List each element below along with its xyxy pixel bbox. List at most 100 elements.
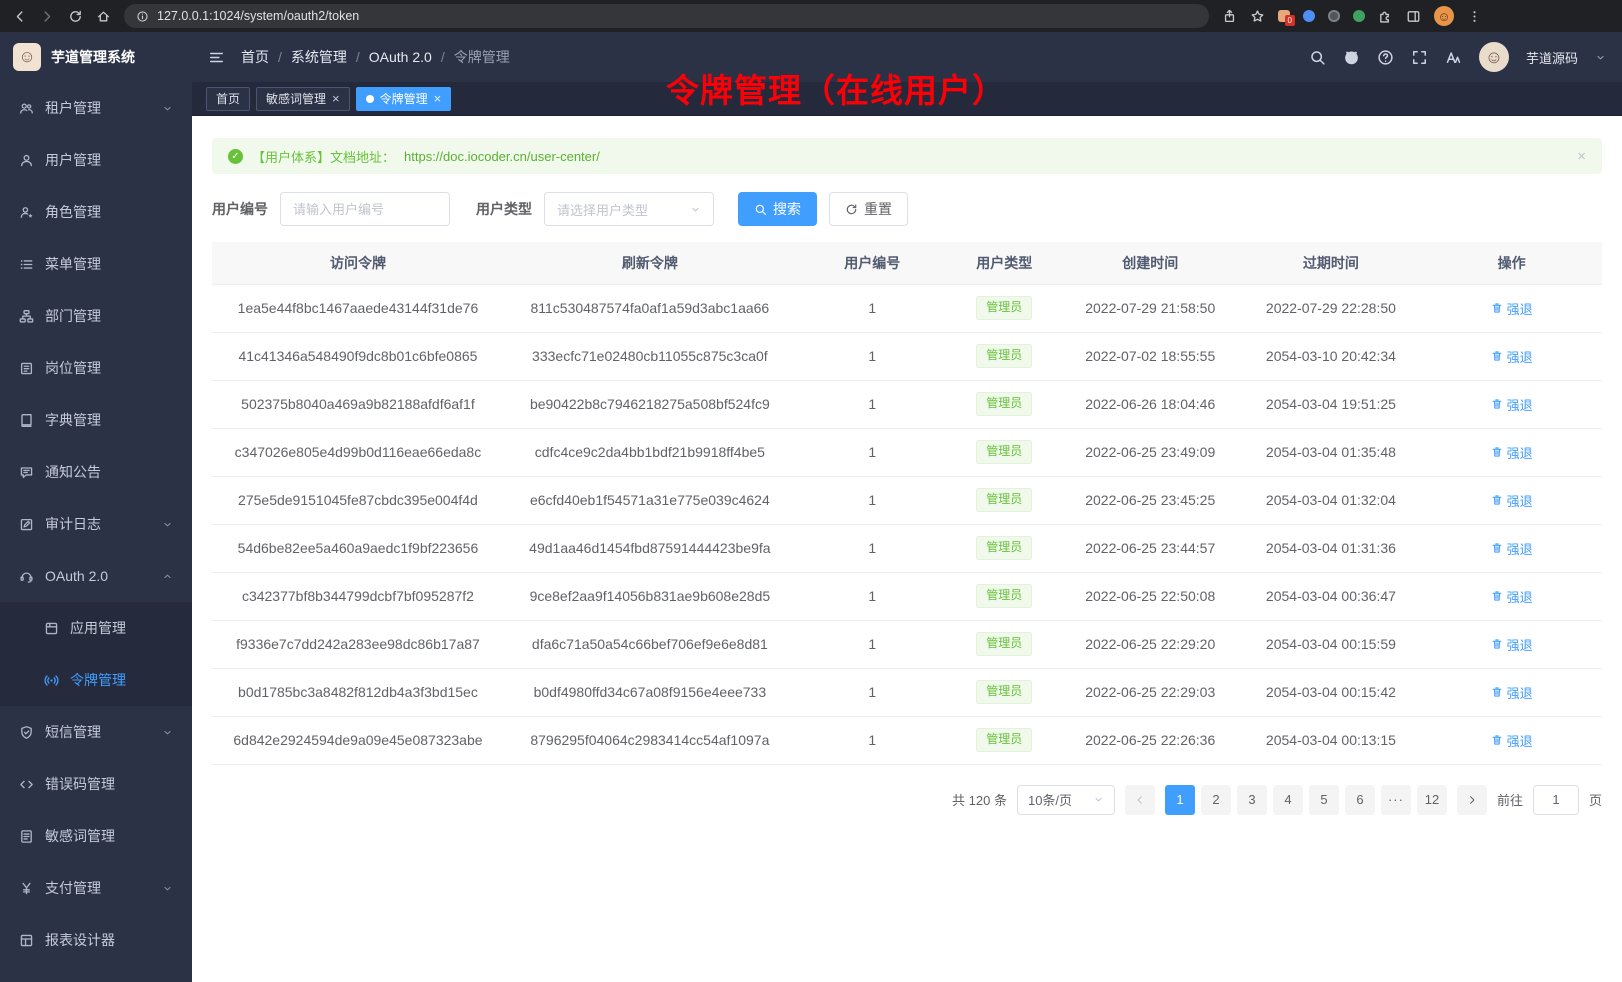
extension-icon[interactable] <box>1303 10 1315 22</box>
sidebar-item-role[interactable]: 角色管理 <box>0 186 192 238</box>
action-cell: 强退 <box>1421 332 1602 380</box>
tab-token[interactable]: 令牌管理× <box>356 87 452 111</box>
side-panel-icon[interactable] <box>1406 9 1421 24</box>
extension-icon[interactable] <box>1353 10 1365 22</box>
sidebar-item-oauth2[interactable]: OAuth 2.0 <box>0 550 192 602</box>
reset-button[interactable]: 重置 <box>829 192 908 226</box>
address-bar[interactable]: 127.0.0.1:1024/system/oauth2/token <box>124 4 1209 28</box>
close-tab-icon[interactable]: × <box>434 92 442 105</box>
sidebar-item-report-designer[interactable]: 报表设计器 <box>0 914 192 966</box>
delete <box>1491 302 1503 314</box>
extension-icon[interactable] <box>1328 10 1340 22</box>
user-type-placeholder: 请选择用户类型 <box>557 200 648 219</box>
force-logout-button[interactable]: 强退 <box>1491 731 1533 750</box>
sidebar-item-dict[interactable]: 字典管理 <box>0 394 192 446</box>
sidebar-item-oauth2-token[interactable]: 令牌管理 <box>0 654 192 706</box>
close-tab-icon[interactable]: × <box>332 92 340 105</box>
breadcrumb-item[interactable]: 首页 <box>241 47 269 67</box>
tenant-icon <box>19 101 34 116</box>
user-type-cell: 管理员 <box>949 668 1060 716</box>
expires-at-cell: 2054-03-04 00:36:47 <box>1241 572 1422 620</box>
search-icon[interactable] <box>1309 49 1326 66</box>
next-page-button[interactable] <box>1457 785 1487 815</box>
search-button[interactable]: 搜索 <box>738 192 817 226</box>
tab-home[interactable]: 首页 <box>206 87 250 111</box>
sidebar-item-dept[interactable]: 部门管理 <box>0 290 192 342</box>
sidebar-item-sms[interactable]: 短信管理 <box>0 706 192 758</box>
force-logout-button[interactable]: 强退 <box>1491 395 1533 414</box>
browser-menu-icon[interactable] <box>1467 9 1482 24</box>
action-cell: 强退 <box>1421 716 1602 764</box>
extensions-puzzle-icon[interactable] <box>1378 9 1393 24</box>
page-button-1[interactable]: 1 <box>1165 785 1195 815</box>
docs-help-icon[interactable] <box>1377 49 1394 66</box>
tab-label: 敏感词管理 <box>266 90 326 107</box>
site-info-icon[interactable] <box>136 10 149 23</box>
user-id-input[interactable] <box>280 192 450 226</box>
browser-profile-avatar[interactable]: ☺ <box>1434 6 1454 26</box>
user-avatar[interactable]: ☺ <box>1479 42 1509 72</box>
page-size-select[interactable]: 10条/页 <box>1017 785 1115 815</box>
page-button-4[interactable]: 4 <box>1273 785 1303 815</box>
user-type-label: 用户类型 <box>476 199 532 219</box>
expires-at-cell: 2022-07-29 22:28:50 <box>1241 284 1422 332</box>
sidebar-item-post[interactable]: 岗位管理 <box>0 342 192 394</box>
sidebar-toggle-icon[interactable] <box>208 49 225 66</box>
forward-icon[interactable] <box>40 9 55 24</box>
goto-page-input[interactable] <box>1533 785 1579 815</box>
user-type-select[interactable]: 请选择用户类型 <box>544 192 714 226</box>
notice-icon <box>19 465 34 480</box>
share-icon[interactable] <box>1222 9 1237 24</box>
page-button-3[interactable]: 3 <box>1237 785 1267 815</box>
active-tab-dot <box>366 95 374 103</box>
extension-icon[interactable]: 0 <box>1278 10 1290 22</box>
tab-sensitive-word[interactable]: 敏感词管理 × <box>256 87 350 111</box>
force-logout-button[interactable]: 强退 <box>1491 683 1533 702</box>
sidebar-item-menu[interactable]: 菜单管理 <box>0 238 192 290</box>
page-size-value: 10条/页 <box>1028 790 1072 809</box>
sidebar: ☺ 芋道管理系统 租户管理用户管理角色管理菜单管理部门管理岗位管理字典管理通知公… <box>0 32 192 982</box>
alert-text: 【用户体系】文档地址： <box>252 147 395 166</box>
sidebar-item-sensitive-word[interactable]: 敏感词管理 <box>0 810 192 862</box>
force-logout-button[interactable]: 强退 <box>1491 299 1533 318</box>
alert-close-icon[interactable]: × <box>1577 148 1586 165</box>
action-cell: 强退 <box>1421 380 1602 428</box>
sidebar-item-pay[interactable]: 支付管理 <box>0 862 192 914</box>
extension-badge: 0 <box>1285 15 1295 26</box>
sidebar-item-oauth2-app[interactable]: 应用管理 <box>0 602 192 654</box>
annotation-text: 令牌管理（在线用户） <box>666 64 1006 112</box>
page-button-2[interactable]: 2 <box>1201 785 1231 815</box>
back-icon[interactable] <box>12 9 27 24</box>
user-name[interactable]: 芋道源码 <box>1526 48 1578 67</box>
user-id-cell: 1 <box>796 716 949 764</box>
page-button-5[interactable]: 5 <box>1309 785 1339 815</box>
force-logout-button[interactable]: 强退 <box>1491 587 1533 606</box>
doc-link[interactable]: https://doc.iocoder.cn/user-center/ <box>404 149 600 164</box>
app-logo[interactable]: ☺ 芋道管理系统 <box>0 32 192 82</box>
reload-icon[interactable] <box>68 9 83 24</box>
pagination-ellipsis[interactable]: ··· <box>1381 785 1411 815</box>
sidebar-item-error-code[interactable]: 错误码管理 <box>0 758 192 810</box>
home-icon[interactable] <box>96 9 111 24</box>
force-logout-button[interactable]: 强退 <box>1491 539 1533 558</box>
sidebar-item-user[interactable]: 用户管理 <box>0 134 192 186</box>
sidebar-item-tenant[interactable]: 租户管理 <box>0 82 192 134</box>
force-logout-button[interactable]: 强退 <box>1491 347 1533 366</box>
sidebar-item-notice[interactable]: 通知公告 <box>0 446 192 498</box>
github-icon[interactable] <box>1343 49 1360 66</box>
breadcrumb-item[interactable]: 系统管理 <box>291 47 347 67</box>
sidebar-item-audit-log[interactable]: 审计日志 <box>0 498 192 550</box>
prev-page-button[interactable] <box>1125 785 1155 815</box>
delete <box>1491 446 1503 458</box>
force-logout-button[interactable]: 强退 <box>1491 635 1533 654</box>
page-button-12[interactable]: 12 <box>1417 785 1447 815</box>
bookmark-star-icon[interactable] <box>1250 9 1265 24</box>
force-logout-button[interactable]: 强退 <box>1491 443 1533 462</box>
page-button-6[interactable]: 6 <box>1345 785 1375 815</box>
force-logout-button[interactable]: 强退 <box>1491 491 1533 510</box>
breadcrumb-item[interactable]: OAuth 2.0 <box>369 49 432 65</box>
fullscreen-icon[interactable] <box>1411 49 1428 66</box>
user-id-cell: 1 <box>796 572 949 620</box>
font-size-icon[interactable] <box>1445 49 1462 66</box>
sidebar-item-label: 错误码管理 <box>45 774 115 794</box>
